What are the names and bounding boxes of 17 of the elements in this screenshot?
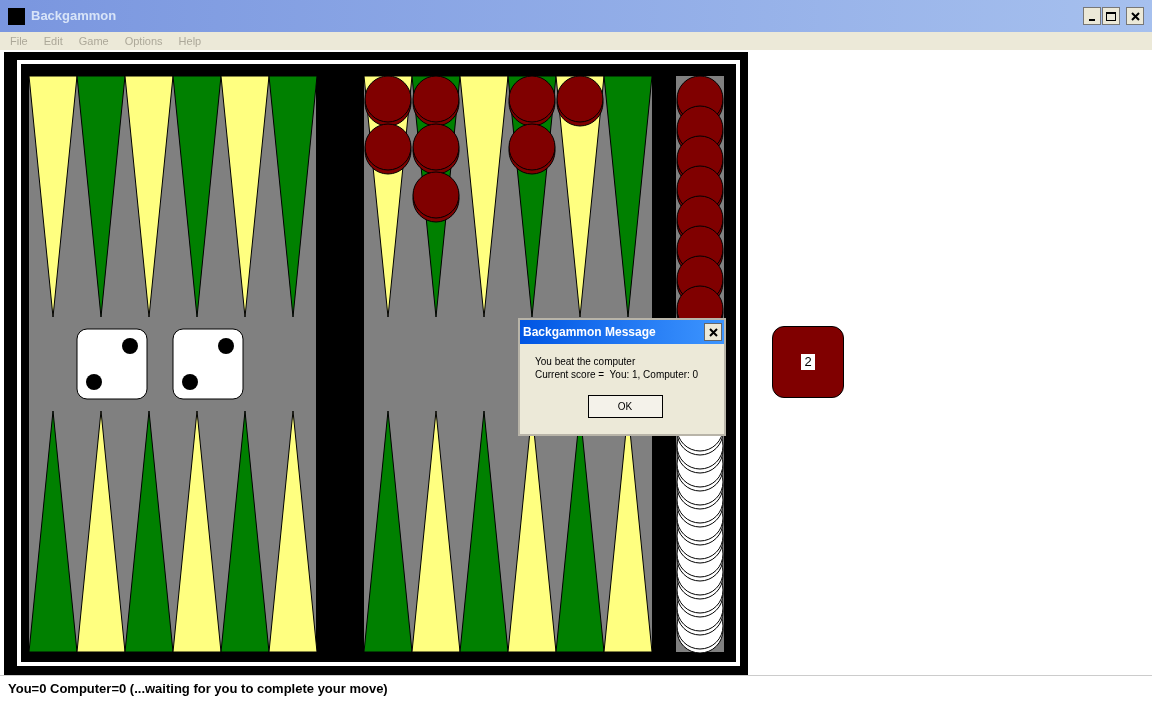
dialog-title: Backgammon Message — [523, 324, 657, 341]
cube-value: 2 — [801, 354, 815, 370]
maximize-button[interactable] — [1102, 7, 1120, 25]
close-button[interactable] — [704, 323, 722, 341]
app-icon — [8, 7, 25, 25]
maximize-icon — [1106, 11, 1116, 21]
doubling-cube[interactable]: 2 — [772, 326, 844, 398]
minimize-icon — [1089, 19, 1095, 21]
close-button[interactable] — [1126, 7, 1144, 25]
status-text: You=0 Computer=0 (...waiting for you to complete your move) — [8, 679, 388, 698]
close-icon — [1130, 11, 1140, 21]
dialog-message: Current score = You: 1, Computer: 0 — [535, 368, 700, 381]
ok-button[interactable]: OK — [587, 395, 663, 418]
dialog-message: You beat the computer — [535, 355, 637, 368]
minimize-button[interactable] — [1083, 7, 1101, 25]
window-title: Backgammon — [31, 7, 117, 26]
close-icon — [708, 327, 718, 337]
